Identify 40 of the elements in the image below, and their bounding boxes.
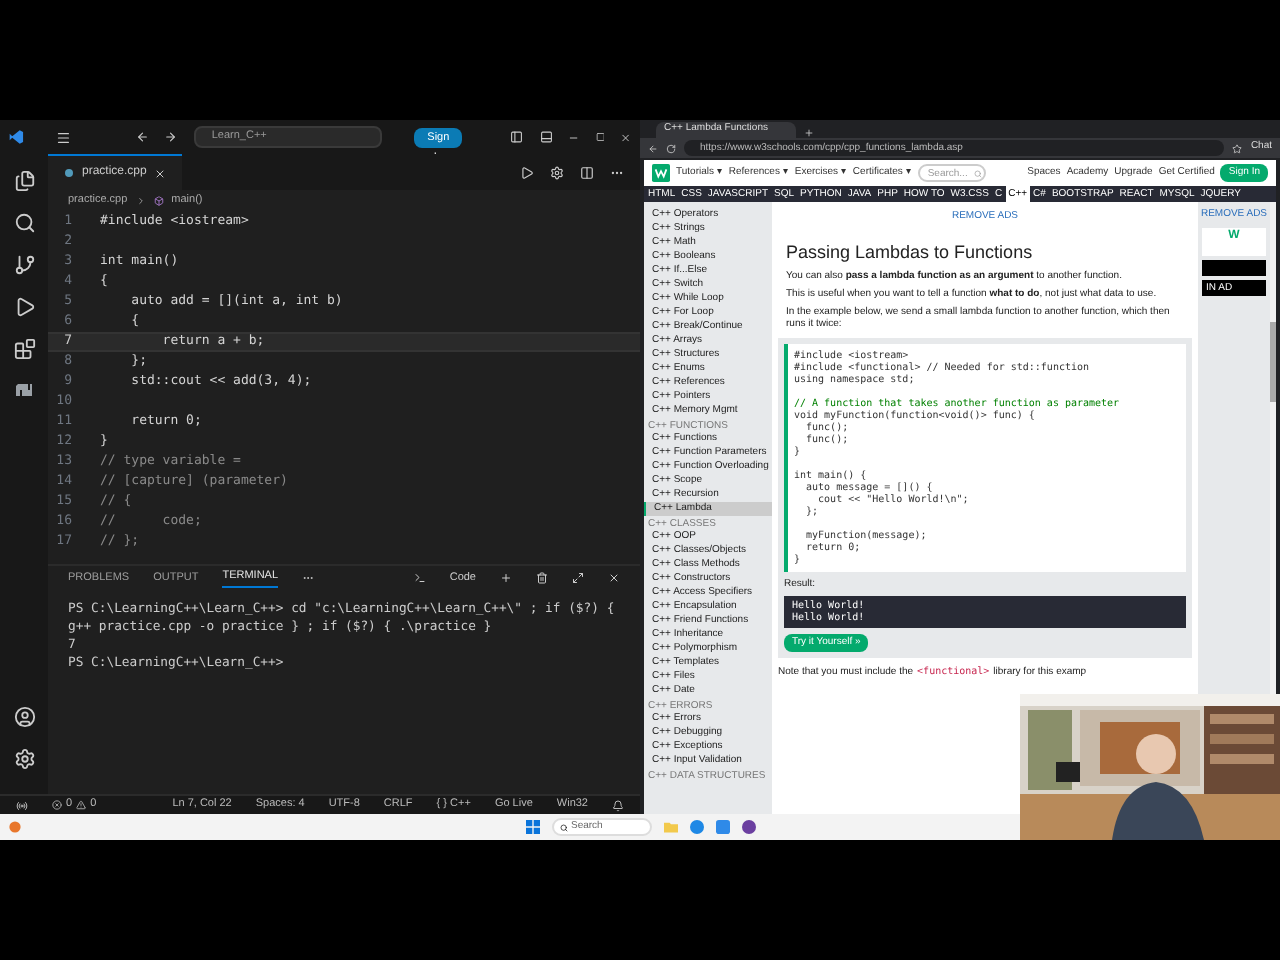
run-icon[interactable] — [13, 296, 35, 318]
cpp-file-icon — [64, 168, 74, 178]
star-icon[interactable] — [1232, 143, 1243, 153]
settings-icon[interactable] — [550, 165, 564, 179]
close-icon[interactable] — [608, 572, 620, 584]
sidebar-toggle-icon[interactable] — [510, 130, 524, 144]
minimize-icon[interactable] — [568, 131, 580, 143]
ad-banner-dark — [1202, 259, 1266, 275]
logo-icon[interactable] — [652, 164, 670, 182]
warning-icon — [76, 800, 87, 810]
split-editor-icon[interactable] — [580, 165, 594, 179]
cube-icon — [153, 196, 164, 206]
branch-icon[interactable] — [13, 254, 35, 276]
forward-icon[interactable] — [164, 130, 178, 144]
panel-toggle-icon[interactable] — [539, 130, 553, 144]
menu-icon[interactable] — [56, 129, 72, 145]
remote-icon[interactable] — [16, 799, 28, 811]
plus-icon[interactable] — [500, 572, 512, 584]
bell-icon[interactable] — [612, 799, 624, 811]
scrollbar-thumb[interactable] — [1270, 322, 1276, 402]
search-icon[interactable] — [559, 823, 567, 831]
account-icon[interactable] — [13, 706, 35, 728]
back-icon[interactable] — [135, 130, 149, 144]
logo-icon[interactable] — [8, 128, 25, 146]
extensions-icon[interactable] — [13, 338, 35, 360]
reload-icon[interactable] — [666, 143, 676, 153]
run-icon[interactable] — [520, 165, 534, 179]
settings-icon[interactable] — [13, 748, 35, 770]
windows-icon[interactable] — [525, 820, 539, 834]
files-icon[interactable] — [13, 170, 35, 192]
close-icon[interactable] — [154, 167, 167, 179]
app-icon[interactable] — [741, 820, 755, 834]
maximize-icon[interactable] — [595, 132, 605, 142]
error-icon — [52, 800, 62, 810]
back-icon[interactable] — [648, 143, 658, 153]
page-heading: Passing Lambdas to Functions — [784, 241, 1035, 263]
chevron-icon — [135, 196, 146, 206]
trash-icon[interactable] — [536, 572, 548, 584]
terminal-icon — [413, 572, 426, 584]
new-tab-icon[interactable] — [804, 128, 814, 138]
